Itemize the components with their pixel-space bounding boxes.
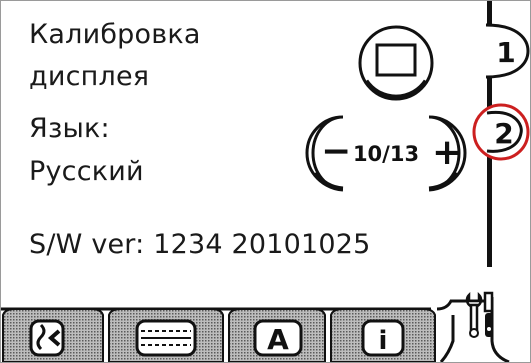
tab-font[interactable]: A	[228, 308, 326, 362]
bottom-tab-bar: A i	[1, 291, 530, 362]
minus-icon: −	[321, 131, 351, 172]
info-icon: i	[361, 319, 405, 357]
tab-info[interactable]: i	[330, 308, 436, 362]
language-increase-button[interactable]: +	[428, 115, 467, 192]
language-stepper[interactable]: − + 10/13	[301, 113, 476, 193]
tab-stitch-selection[interactable]	[2, 308, 104, 362]
plus-icon: +	[432, 132, 462, 173]
stitch-sequence-icon	[135, 319, 197, 357]
display-icon	[375, 43, 417, 77]
svg-text:1: 1	[496, 36, 515, 69]
language-index: 10/13	[353, 142, 419, 166]
page-tab-2[interactable]: 2	[471, 99, 531, 165]
language-label: Язык:	[29, 113, 110, 144]
stitch-selection-icon	[29, 319, 65, 357]
language-value: Русский	[29, 156, 144, 187]
page-tab-1[interactable]: 1	[484, 21, 530, 81]
calibrate-display-button[interactable]	[356, 23, 436, 103]
calibration-label: Калибровка	[29, 19, 201, 50]
tab-stitch-sequence[interactable]	[108, 308, 224, 362]
calibration-label-line2: дисплея	[29, 61, 150, 92]
display-screen: Калибровка дисплея Язык: Русский S/W ver…	[0, 0, 531, 363]
svg-text:2: 2	[494, 117, 513, 150]
font-icon: A	[253, 319, 303, 357]
svg-text:A: A	[267, 323, 289, 356]
software-version: S/W ver: 1234 20101025	[29, 229, 371, 260]
svg-text:i: i	[379, 326, 388, 356]
language-decrease-button[interactable]: −	[305, 115, 351, 192]
